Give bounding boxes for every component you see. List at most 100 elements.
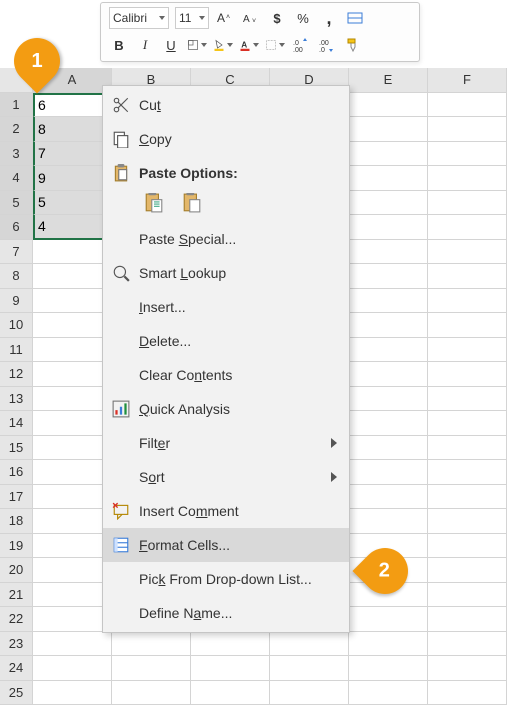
cell-A6[interactable]: 4 [33, 215, 112, 240]
cell[interactable] [428, 681, 507, 705]
cell[interactable] [33, 583, 112, 608]
row-header[interactable]: 8 [0, 264, 33, 289]
cell[interactable] [349, 460, 428, 485]
ctx-paste-special[interactable]: Paste Special... [103, 222, 349, 256]
cell[interactable] [270, 656, 349, 681]
row-header[interactable]: 18 [0, 509, 33, 534]
increase-font-icon[interactable]: A˄ [215, 8, 235, 28]
ctx-insert-comment[interactable]: Insert Comment [103, 494, 349, 528]
fill-color-icon[interactable] [213, 35, 233, 55]
accounting-format-icon[interactable]: $ [267, 8, 287, 28]
row-header[interactable]: 25 [0, 681, 33, 705]
cell[interactable] [349, 485, 428, 510]
cell[interactable] [349, 289, 428, 314]
cell[interactable] [191, 681, 270, 705]
cell[interactable] [428, 460, 507, 485]
ctx-pick-from-list[interactable]: Pick From Drop-down List... [103, 562, 349, 596]
paste-values-icon[interactable] [179, 190, 205, 216]
cell[interactable] [33, 289, 112, 314]
row-header[interactable]: 22 [0, 607, 33, 632]
underline-icon[interactable]: U [161, 35, 181, 55]
cell[interactable] [112, 681, 191, 705]
ctx-smart-lookup[interactable]: Smart Lookup [103, 256, 349, 290]
row-header[interactable]: 15 [0, 436, 33, 461]
cell[interactable] [270, 681, 349, 705]
row-header[interactable]: 7 [0, 240, 33, 265]
cell[interactable] [349, 387, 428, 412]
cell[interactable] [349, 338, 428, 363]
row-header[interactable]: 3 [0, 142, 33, 167]
cell-A3[interactable]: 7 [33, 142, 112, 167]
cell[interactable] [428, 142, 507, 167]
border-icon[interactable] [187, 35, 207, 55]
italic-icon[interactable]: I [135, 35, 155, 55]
cell[interactable] [428, 240, 507, 265]
row-header[interactable]: 19 [0, 534, 33, 559]
row-header[interactable]: 17 [0, 485, 33, 510]
row-header[interactable]: 20 [0, 558, 33, 583]
cell[interactable] [349, 681, 428, 705]
cell[interactable] [191, 632, 270, 657]
ctx-format-cells[interactable]: Format Cells... [103, 528, 349, 562]
cell[interactable] [428, 93, 507, 118]
cell[interactable] [349, 93, 428, 118]
row-header[interactable]: 5 [0, 191, 33, 216]
format-painter-icon[interactable] [343, 35, 363, 55]
row-header[interactable]: 24 [0, 656, 33, 681]
cell[interactable] [349, 166, 428, 191]
ctx-sort[interactable]: Sort [103, 460, 349, 494]
cell[interactable] [428, 607, 507, 632]
comma-format-icon[interactable]: , [319, 8, 339, 28]
font-name-select[interactable]: Calibri [109, 7, 169, 29]
cell[interactable] [428, 338, 507, 363]
cell-A5[interactable]: 5 [33, 191, 112, 216]
row-header[interactable]: 9 [0, 289, 33, 314]
ctx-insert[interactable]: Insert... [103, 290, 349, 324]
row-header[interactable]: 2 [0, 117, 33, 142]
cell-A1[interactable]: 6 [33, 93, 112, 118]
merge-center-icon[interactable] [345, 8, 365, 28]
cell[interactable] [33, 632, 112, 657]
cell[interactable] [349, 607, 428, 632]
decrease-decimal-icon[interactable]: .00.0 [317, 35, 337, 55]
row-header[interactable]: 21 [0, 583, 33, 608]
cell[interactable] [33, 607, 112, 632]
cell[interactable] [33, 485, 112, 510]
cell[interactable] [428, 485, 507, 510]
cell[interactable] [428, 411, 507, 436]
cell[interactable] [428, 534, 507, 559]
cell[interactable] [349, 240, 428, 265]
row-header[interactable]: 10 [0, 313, 33, 338]
cell[interactable] [33, 387, 112, 412]
cell[interactable] [33, 681, 112, 705]
cell[interactable] [349, 191, 428, 216]
cell[interactable] [33, 436, 112, 461]
cell[interactable] [349, 142, 428, 167]
cell[interactable] [33, 509, 112, 534]
cell-A2[interactable]: 8 [33, 117, 112, 142]
cell[interactable] [33, 313, 112, 338]
borders-dropdown-icon[interactable] [265, 35, 285, 55]
cell[interactable] [33, 362, 112, 387]
cell[interactable] [349, 362, 428, 387]
cell[interactable] [428, 632, 507, 657]
cell[interactable] [428, 558, 507, 583]
ctx-delete[interactable]: Delete... [103, 324, 349, 358]
row-header[interactable]: 11 [0, 338, 33, 363]
row-header[interactable]: 23 [0, 632, 33, 657]
percent-format-icon[interactable]: % [293, 8, 313, 28]
row-header[interactable]: 14 [0, 411, 33, 436]
cell[interactable] [428, 166, 507, 191]
ctx-define-name[interactable]: Define Name... [103, 596, 349, 630]
ctx-filter[interactable]: Filter [103, 426, 349, 460]
row-header[interactable]: 6 [0, 215, 33, 240]
cell[interactable] [349, 509, 428, 534]
ctx-quick-analysis[interactable]: Quick Analysis [103, 392, 349, 426]
cell[interactable] [428, 215, 507, 240]
cell-A4[interactable]: 9 [33, 166, 112, 191]
col-header-E[interactable]: E [349, 68, 428, 93]
cell[interactable] [428, 436, 507, 461]
cell[interactable] [428, 656, 507, 681]
ctx-copy[interactable]: Copy [103, 122, 349, 156]
row-header[interactable]: 1 [0, 93, 33, 118]
